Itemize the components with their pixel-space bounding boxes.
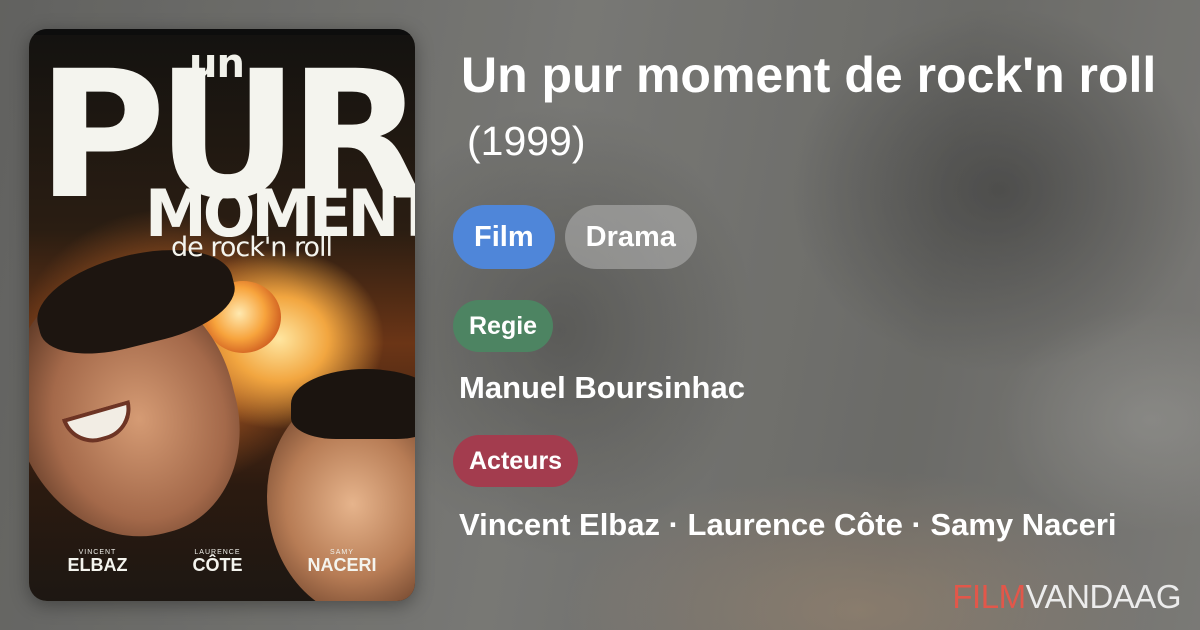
director-name: Manuel Boursinhac	[459, 370, 745, 405]
logo-part-film: FILM	[952, 578, 1026, 615]
poster-cast-last-name: CÔTE	[192, 555, 243, 575]
poster-cast-last-name: NACERI	[307, 555, 377, 575]
poster-title-rocknroll: de rock'n roll	[171, 232, 333, 263]
movie-title-text: Un pur moment de rock'n roll	[461, 47, 1157, 103]
movie-title: Un pur moment de rock'n roll (1999)	[461, 44, 1181, 173]
movie-year: (1999)	[467, 118, 586, 164]
poster-cast-1: VINCENT ELBAZ	[67, 549, 127, 574]
poster-cast-2: LAURENCE CÔTE	[192, 549, 242, 574]
filmvandaag-logo: FILMVANDAAG	[952, 578, 1181, 616]
poster-cast-names: VINCENT ELBAZ LAURENCE CÔTE SAMY NACERI	[29, 549, 415, 574]
genre-tag: Drama	[564, 205, 697, 269]
poster-cast-last-name: ELBAZ	[67, 555, 128, 575]
poster-cast-3: SAMY NACERI	[307, 549, 376, 574]
tag-row: Film Drama	[453, 205, 697, 269]
cast-names: Vincent Elbaz · Laurence Côte · Samy Nac…	[459, 507, 1117, 542]
director-label: Regie	[453, 300, 554, 352]
type-tag: Film	[453, 205, 555, 269]
cast-label: Acteurs	[453, 435, 579, 487]
logo-part-vandaag: VANDAAG	[1025, 578, 1182, 615]
movie-poster: un PUR MOMENT de rock'n roll VINCENT ELB…	[29, 29, 415, 601]
poster-actor-right-hair	[291, 369, 415, 439]
